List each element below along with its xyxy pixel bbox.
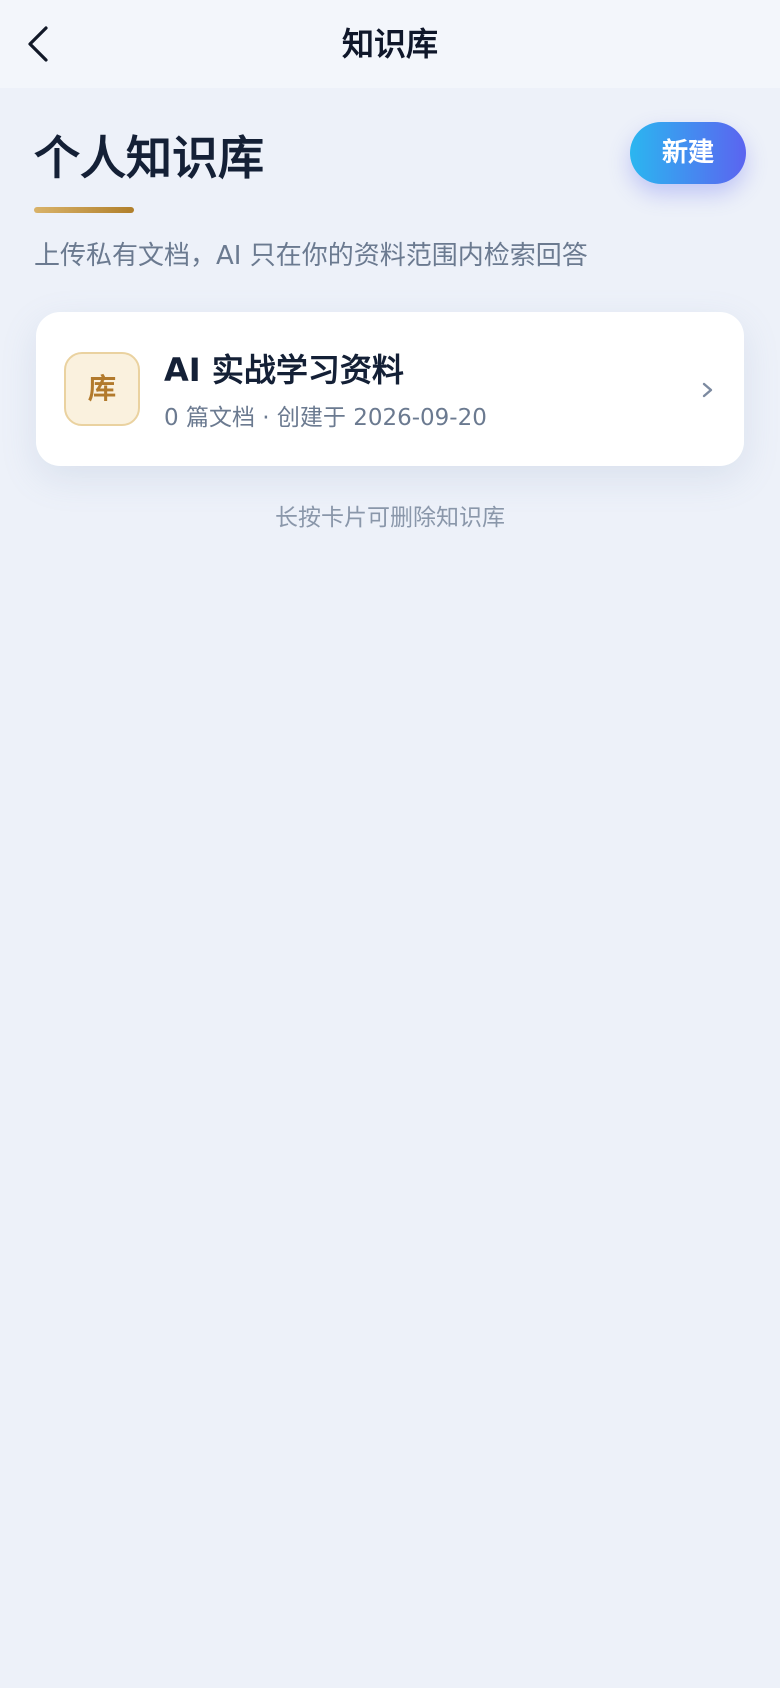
new-knowledge-base-button[interactable]: 新建 [630, 122, 746, 184]
title-underline [34, 207, 134, 213]
delete-hint: 长按卡片可删除知识库 [275, 505, 505, 531]
chevron-right-icon [698, 378, 718, 402]
knowledge-base-name: AI 实战学习资料 [164, 351, 404, 389]
knowledge-base-card[interactable]: 库 AI 实战学习资料 0 篇文档 · 创建于 2026-09-20 [36, 312, 744, 466]
navbar: 知识库 [0, 0, 780, 88]
page-subtitle: 上传私有文档，AI 只在你的资料范围内检索回答 [34, 241, 588, 271]
page-title: 个人知识库 [34, 131, 264, 185]
nav-title: 知识库 [341, 25, 438, 63]
knowledge-base-meta: 0 篇文档 · 创建于 2026-09-20 [164, 405, 487, 431]
knowledge-base-screen: 知识库 个人知识库 新建 上传私有文档，AI 只在你的资料范围内检索回答 库 A… [0, 0, 780, 1688]
knowledge-base-avatar: 库 [64, 352, 140, 426]
